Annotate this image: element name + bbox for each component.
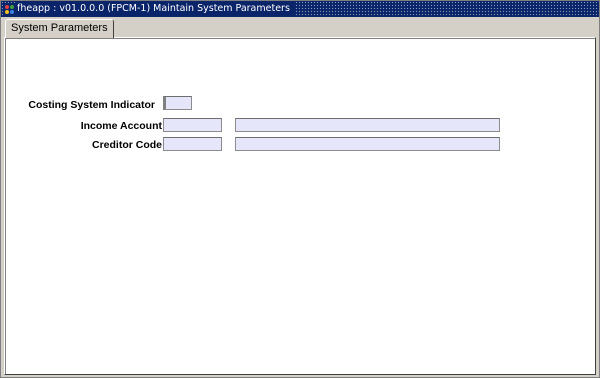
creditor-code-description-field[interactable]: [235, 137, 500, 151]
creditor-code-field[interactable]: [163, 137, 222, 151]
costing-system-indicator-label: Costing System Indicator: [28, 99, 155, 111]
tab-system-parameters[interactable]: System Parameters: [5, 19, 114, 38]
tab-strip: System Parameters: [1, 17, 599, 38]
costing-system-indicator-field[interactable]: [163, 96, 192, 110]
app-icon[interactable]: [3, 3, 15, 15]
income-account-description-field[interactable]: [235, 118, 500, 132]
income-account-field[interactable]: [163, 118, 222, 132]
app-window: fheapp : v01.0.0.0 (FPCM-1) Maintain Sys…: [0, 0, 600, 378]
income-account-label: Income Account: [80, 120, 162, 132]
creditor-code-label: Creditor Code: [91, 139, 162, 151]
form-panel: Costing System Indicator Income Account …: [4, 37, 596, 375]
window-title: fheapp : v01.0.0.0 (FPCM-1) Maintain Sys…: [17, 2, 294, 16]
title-bar[interactable]: fheapp : v01.0.0.0 (FPCM-1) Maintain Sys…: [1, 1, 599, 17]
